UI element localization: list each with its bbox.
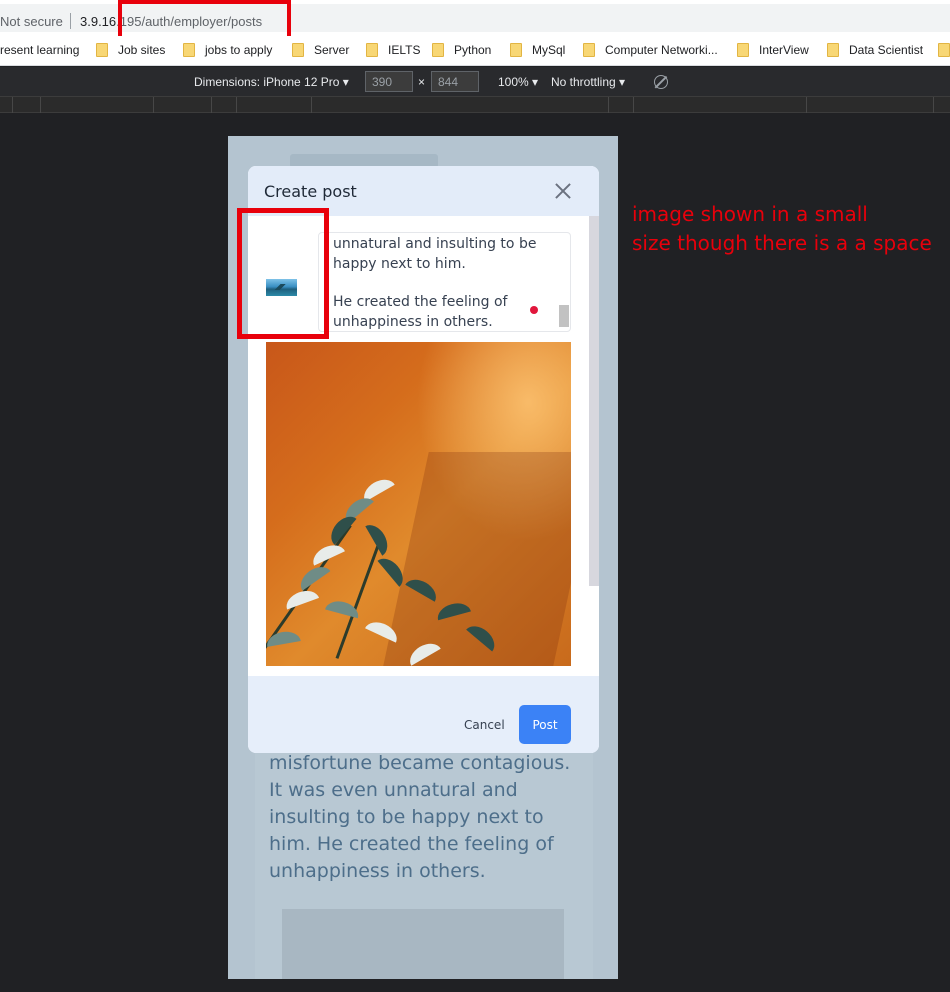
annotation-note: image shown in a small size though there… bbox=[632, 200, 932, 258]
ruler-tick bbox=[40, 97, 41, 113]
folder-icon bbox=[583, 43, 595, 57]
editor-paragraph: unnatural and insulting to be happy next… bbox=[333, 236, 537, 272]
editor-paragraph: He created the feeling of unhappiness in… bbox=[333, 294, 508, 330]
folder-icon bbox=[510, 43, 522, 57]
bookmark-label: InterView bbox=[759, 43, 809, 57]
cancel-button[interactable]: Cancel bbox=[464, 718, 505, 732]
bookmark-label: resent learning bbox=[0, 43, 80, 57]
plant-leaf bbox=[295, 561, 331, 591]
annotation-line: image shown in a small bbox=[632, 202, 868, 226]
bookmark-folder[interactable]: Job sites bbox=[96, 43, 165, 57]
image-preview bbox=[266, 342, 571, 666]
bookmark-folder[interactable]: Data Scientist bbox=[827, 43, 923, 57]
media-query-ruler bbox=[0, 97, 950, 113]
plant-leaf bbox=[282, 586, 320, 610]
bookmark-label: Python bbox=[454, 43, 492, 57]
close-icon[interactable] bbox=[553, 181, 573, 201]
bookmark-folder[interactable]: jobs to apply bbox=[183, 43, 272, 57]
bookmark-label: Data Scientist bbox=[849, 43, 924, 57]
bookmark-label: MySql bbox=[532, 43, 566, 57]
device-toolbar: Dimensions: iPhone 12 Pro ▾ 390 × 844 10… bbox=[0, 67, 950, 97]
url-separator bbox=[70, 13, 71, 29]
url-host: 3.9.16 bbox=[80, 14, 117, 29]
folder-icon bbox=[737, 43, 749, 57]
editor-content[interactable]: unnatural and insulting to be happy next… bbox=[333, 235, 547, 351]
bookmark-folder[interactable]: InterView bbox=[737, 43, 809, 57]
plant-leaf bbox=[365, 520, 393, 556]
grammar-indicator-icon[interactable] bbox=[530, 306, 538, 314]
url-highlight-box bbox=[118, 0, 291, 41]
ruler-tick bbox=[633, 97, 634, 113]
height-input[interactable]: 844 bbox=[431, 71, 479, 92]
device-selector[interactable]: Dimensions: iPhone 12 Pro ▾ bbox=[194, 75, 349, 89]
post-button[interactable]: Post bbox=[519, 705, 571, 744]
bookmarks-bar: resent learning Job sites jobs to apply … bbox=[0, 36, 950, 66]
folder-icon bbox=[183, 43, 195, 57]
throttling-selector[interactable]: No throttling ▾ bbox=[551, 75, 625, 89]
dimension-separator: × bbox=[418, 75, 426, 89]
modal-scrollbar[interactable] bbox=[589, 216, 599, 586]
bookmark-folder[interactable]: Server bbox=[292, 43, 349, 57]
plant-leaf bbox=[266, 629, 301, 647]
bookmark-folder[interactable]: Computer Networki... bbox=[583, 43, 718, 57]
modal-title: Create post bbox=[264, 182, 357, 201]
ruler-tick bbox=[12, 97, 13, 113]
background-post-image bbox=[282, 909, 564, 979]
width-input[interactable]: 390 bbox=[365, 71, 413, 92]
editor-scrollbar[interactable] bbox=[559, 305, 569, 327]
bookmark-folder[interactable]: Python bbox=[432, 43, 491, 57]
ruler-tick bbox=[933, 97, 934, 113]
post-text-editor[interactable]: unnatural and insulting to be happy next… bbox=[318, 232, 571, 332]
folder-icon bbox=[827, 43, 839, 57]
bookmark-label: IELTS bbox=[388, 43, 421, 57]
plant-stem bbox=[266, 524, 352, 650]
rotate-icon[interactable] bbox=[654, 75, 668, 89]
zoom-selector[interactable]: 100% ▾ bbox=[498, 75, 538, 89]
bookmark-label: Server bbox=[314, 43, 350, 57]
folder-icon bbox=[292, 43, 304, 57]
bookmark-label: Job sites bbox=[118, 43, 166, 57]
ruler-tick bbox=[236, 97, 237, 113]
thumbnail-highlight-box bbox=[237, 208, 329, 339]
ruler-tick bbox=[211, 97, 212, 113]
bookmark-label: Computer Networki... bbox=[605, 43, 718, 57]
ruler-tick bbox=[806, 97, 807, 113]
plant-leaf bbox=[309, 540, 345, 566]
background-post-text: misfortune became contagious. It was eve… bbox=[269, 752, 571, 882]
ruler-tick bbox=[608, 97, 609, 113]
bookmark-folder[interactable]: MySql bbox=[510, 43, 565, 57]
folder-icon bbox=[366, 43, 378, 57]
annotation-line: size though there is a a space bbox=[632, 231, 932, 255]
modal-footer: Cancel Post bbox=[248, 676, 599, 753]
bookmark-folder[interactable] bbox=[938, 43, 950, 57]
bookmark-folder[interactable]: IELTS bbox=[366, 43, 420, 57]
security-indicator[interactable]: Not secure bbox=[0, 14, 63, 29]
bookmark-item[interactable]: resent learning bbox=[0, 43, 79, 57]
folder-icon bbox=[938, 43, 950, 57]
ruler-tick bbox=[153, 97, 154, 113]
bookmark-label: jobs to apply bbox=[205, 43, 273, 57]
folder-icon bbox=[432, 43, 444, 57]
ruler-tick bbox=[311, 97, 312, 113]
folder-icon bbox=[96, 43, 108, 57]
